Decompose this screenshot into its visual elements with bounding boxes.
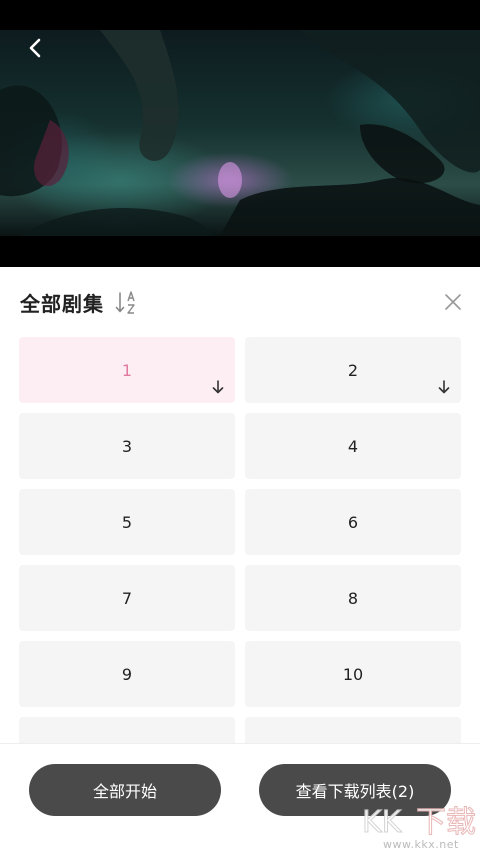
- close-icon[interactable]: [442, 291, 464, 313]
- episode-number: 8: [347, 588, 359, 608]
- episode-item[interactable]: 6: [245, 489, 461, 555]
- episode-number: 7: [121, 588, 133, 608]
- episode-item[interactable]: 1: [19, 337, 235, 403]
- episode-item[interactable]: 5: [19, 489, 235, 555]
- episode-number: 9: [121, 664, 133, 684]
- episode-number: 1: [121, 360, 133, 380]
- episode-item[interactable]: 7: [19, 565, 235, 631]
- episode-number: 2: [347, 360, 359, 380]
- episode-item[interactable]: 10: [245, 641, 461, 707]
- episode-grid: 1 2 3 4 5 6 7 8 9 10: [19, 337, 461, 743]
- video-frame[interactable]: [0, 30, 480, 236]
- episode-number: 6: [347, 512, 359, 532]
- episode-list[interactable]: 1 2 3 4 5 6 7 8 9 10: [0, 337, 480, 743]
- episode-item[interactable]: [19, 717, 235, 743]
- page-title: 全部剧集: [20, 292, 104, 316]
- episode-item[interactable]: [245, 717, 461, 743]
- episode-item[interactable]: 9: [19, 641, 235, 707]
- episode-number: 10: [342, 664, 364, 684]
- episode-item[interactable]: 4: [245, 413, 461, 479]
- svg-text:载: 载: [446, 805, 476, 840]
- episode-item[interactable]: 8: [245, 565, 461, 631]
- downloaded-arrow-down-icon: [438, 380, 450, 394]
- start-all-button[interactable]: 全部开始: [29, 764, 221, 816]
- video-player[interactable]: [0, 0, 480, 267]
- chevron-left-icon[interactable]: [22, 34, 50, 62]
- watermark-url: www.kkx.net: [383, 838, 459, 851]
- episode-number: 5: [121, 512, 133, 532]
- svg-text:KK: KK: [362, 805, 403, 840]
- sort-az-icon[interactable]: [114, 290, 140, 316]
- svg-text:下: 下: [416, 805, 446, 840]
- episode-number: 3: [121, 436, 133, 456]
- downloaded-arrow-down-icon: [212, 380, 224, 394]
- episode-item[interactable]: 2: [245, 337, 461, 403]
- episode-item[interactable]: 3: [19, 413, 235, 479]
- episode-number: 4: [347, 436, 359, 456]
